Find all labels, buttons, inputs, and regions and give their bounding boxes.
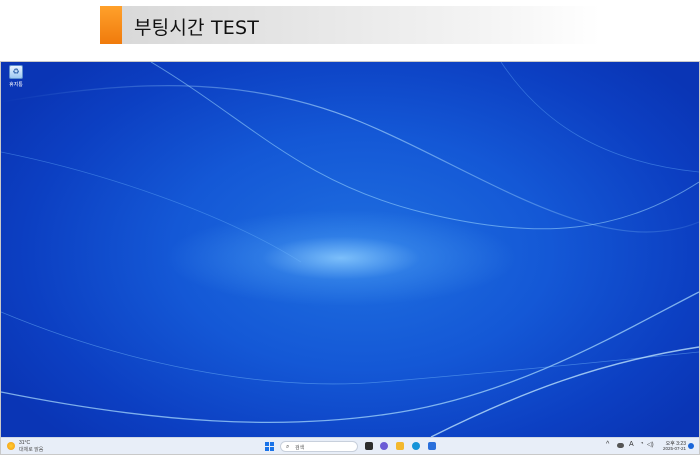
weather-description: 대체로 맑음 xyxy=(19,447,44,453)
tray-overflow-chevron[interactable]: ^ xyxy=(606,441,609,448)
chat-icon[interactable] xyxy=(380,442,388,450)
search-placeholder: 검색 xyxy=(295,445,305,451)
desktop-screenshot: ♻ 휴지통 31°C 대체로 맑음 ⌕ 검색 ^ A ◔ ◁) 오후 3:23 … xyxy=(0,61,700,455)
edge-icon[interactable] xyxy=(412,442,420,450)
wallpaper-swirls xyxy=(1,62,699,437)
file-explorer-icon[interactable] xyxy=(396,442,404,450)
onedrive-icon[interactable] xyxy=(617,443,624,448)
desktop-icon-recycle-bin[interactable]: ♻ 휴지통 xyxy=(5,65,27,88)
windows-start-icon xyxy=(265,442,269,446)
ime-indicator[interactable]: A xyxy=(629,441,634,448)
speaker-icon[interactable]: ◁) xyxy=(647,441,654,448)
banner-title: 부팅시간 TEST xyxy=(134,17,260,39)
taskbar-search-box[interactable]: ⌕ 검색 xyxy=(280,441,358,452)
sun-icon xyxy=(7,442,15,450)
store-icon[interactable] xyxy=(428,442,436,450)
recycle-bin-icon: ♻ xyxy=(9,65,23,79)
desktop-icon-label: 휴지통 xyxy=(9,82,23,88)
clock-date[interactable]: 2025-07-21 xyxy=(660,446,686,451)
page: 부팅시간 TEST ♻ 휴지통 31°C 대체로 맑음 ⌕ 검색 ^ A ◔ ◁… xyxy=(0,0,700,462)
wifi-icon[interactable]: ◔ xyxy=(640,441,644,447)
title-banner: 부팅시간 TEST xyxy=(100,6,600,44)
task-view-icon[interactable] xyxy=(365,442,373,450)
notification-icon[interactable] xyxy=(688,443,694,449)
taskbar: 31°C 대체로 맑음 ⌕ 검색 ^ A ◔ ◁) 오후 3:23 2025-0… xyxy=(1,437,699,454)
banner-accent-bar xyxy=(100,6,122,44)
desktop-wallpaper: ♻ 휴지통 xyxy=(1,62,699,437)
start-button[interactable] xyxy=(265,442,274,451)
search-icon: ⌕ xyxy=(286,444,290,450)
